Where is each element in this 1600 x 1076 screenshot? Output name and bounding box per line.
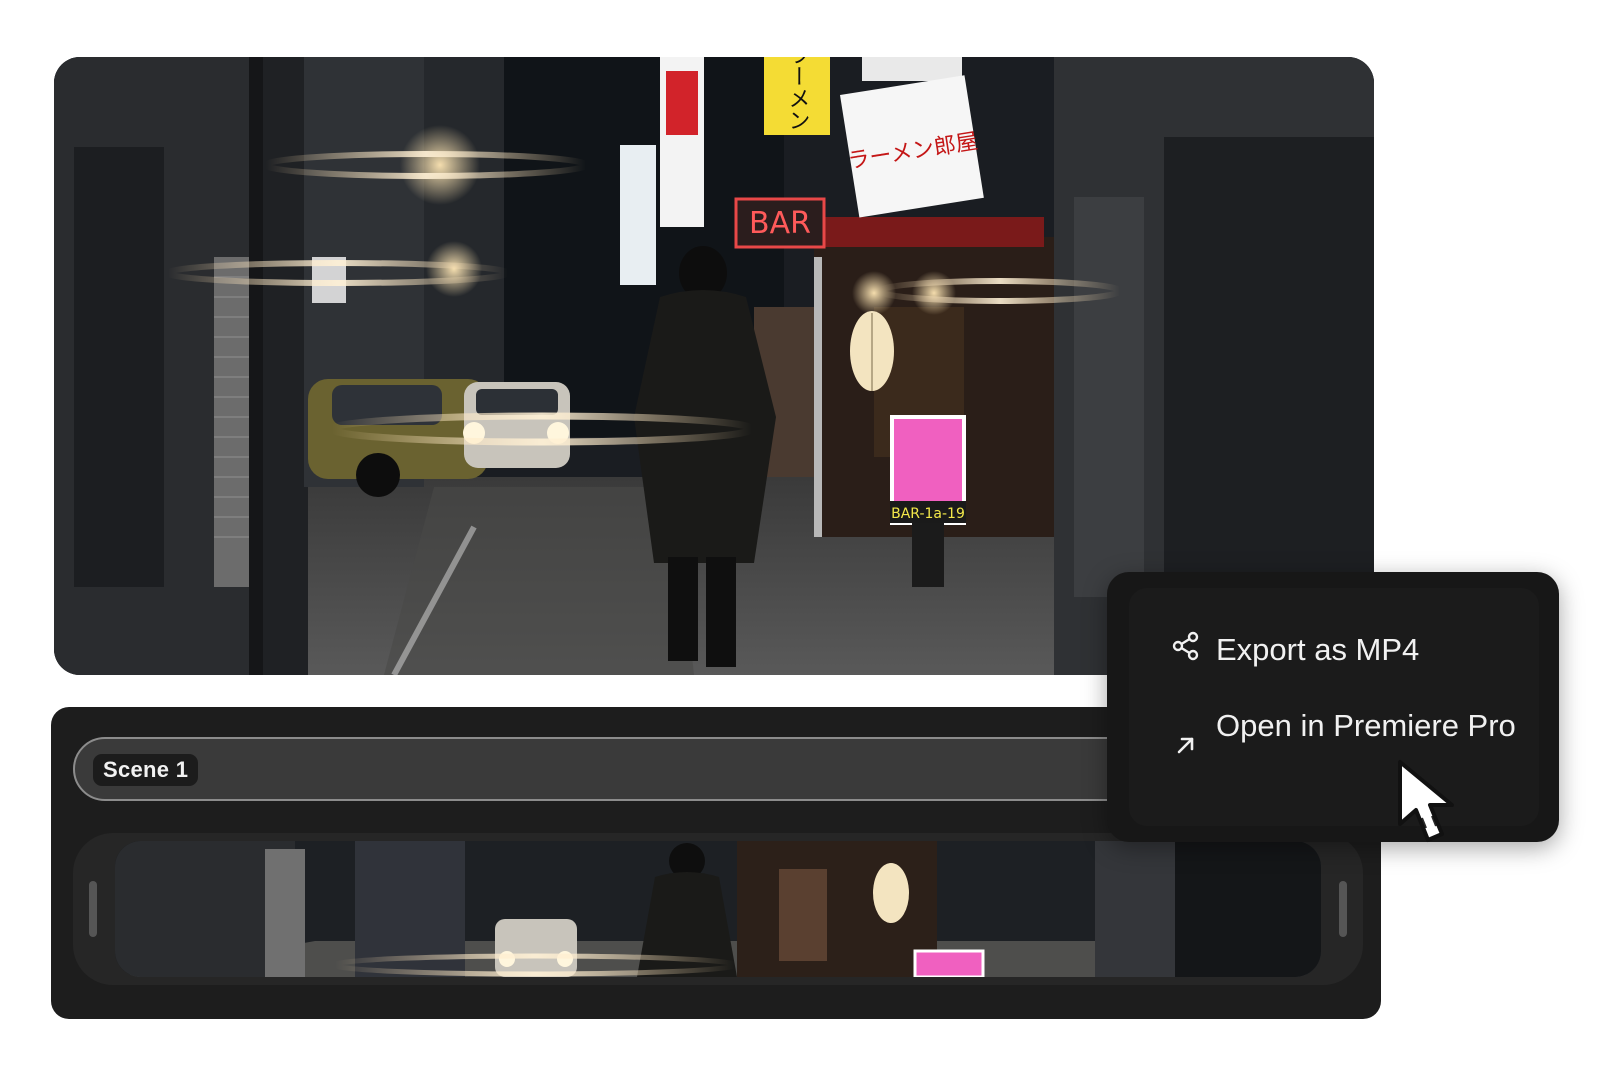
open-in-premiere-menu-item[interactable]: Open in Premiere Pro xyxy=(1129,706,1539,794)
export-menu: Export as MP4 Open in Premiere Pro xyxy=(1107,572,1559,842)
clip-thumbnail-art xyxy=(115,841,1321,977)
sign-bar: BAR xyxy=(749,206,811,241)
export-mp4-label: Export as MP4 xyxy=(1216,632,1420,667)
open-in-premiere-label: Open in Premiere Pro xyxy=(1216,708,1516,743)
sign-ramen-top: ラーメン xyxy=(785,57,810,131)
trim-handle-left[interactable] xyxy=(89,881,97,937)
standing-sign-plate: BAR-1a-19 xyxy=(891,506,965,522)
arrow-up-right-icon xyxy=(1171,730,1201,760)
trim-handle-right[interactable] xyxy=(1339,881,1347,937)
clip-thumbnail-strip[interactable] xyxy=(115,841,1321,977)
share-icon xyxy=(1171,631,1201,661)
export-menu-list: Export as MP4 Open in Premiere Pro xyxy=(1129,588,1539,826)
export-mp4-menu-item[interactable]: Export as MP4 xyxy=(1129,626,1539,680)
pointer-cursor-icon xyxy=(1396,758,1470,848)
clip-track xyxy=(73,833,1363,985)
scene-label[interactable]: Scene 1 xyxy=(93,754,199,786)
app-stage: ラーメン BAR ラーメン郎屋 BAR-1a-19 Scene 1 Export… xyxy=(0,0,1600,1076)
